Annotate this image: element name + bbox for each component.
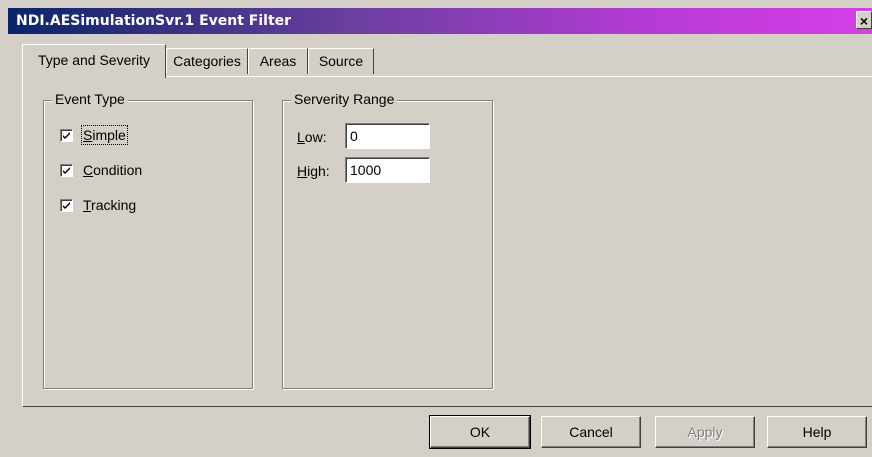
cancel-button[interactable]: Cancel [541,416,641,448]
low-label: Low: [297,129,327,145]
tracking-checkbox[interactable] [60,198,73,212]
condition-checkbox[interactable] [60,163,73,177]
tab-areas[interactable]: Areas [248,48,308,74]
simple-checkbox-row[interactable]: Simple [60,125,128,145]
tab-label: Categories [173,53,241,69]
tab-label: Type and Severity [37,52,151,68]
help-button[interactable]: Help [767,416,867,448]
tracking-checkbox-row[interactable]: Tracking [60,195,136,215]
tab-panel: Event Type Simple Condition Tracking Ser… [22,76,872,407]
checkmark-icon [63,131,70,139]
condition-label: Condition [83,162,143,178]
simple-checkbox[interactable] [60,128,73,142]
low-input[interactable] [345,123,430,149]
apply-button[interactable]: Apply [655,416,755,448]
tab-source[interactable]: Source [308,48,374,74]
title-bar: NDI.AESimulationSvr.1 Event Filter × [8,8,872,34]
close-button[interactable]: × [856,11,872,29]
event-type-legend: Event Type [52,91,128,107]
event-type-group: Event Type Simple Condition Tracking [43,91,253,389]
condition-checkbox-row[interactable]: Condition [60,160,142,180]
tab-type-and-severity[interactable]: Type and Severity [22,44,166,78]
ok-button[interactable]: OK [429,415,531,449]
window-title: NDI.AESimulationSvr.1 Event Filter [16,13,292,29]
high-label: High: [297,163,330,179]
tracking-label: Tracking [83,197,137,213]
simple-label: Simple [81,125,128,145]
severity-range-legend: Serverity Range [291,91,398,107]
severity-range-group: Serverity Range Low: High: [282,91,493,389]
checkmark-icon [63,201,70,209]
high-input[interactable] [345,157,430,183]
close-icon: × [859,13,869,29]
tab-categories[interactable]: Categories [166,48,248,74]
tab-label: Areas [259,53,297,69]
checkmark-icon [63,166,70,174]
tab-label: Source [318,53,364,69]
